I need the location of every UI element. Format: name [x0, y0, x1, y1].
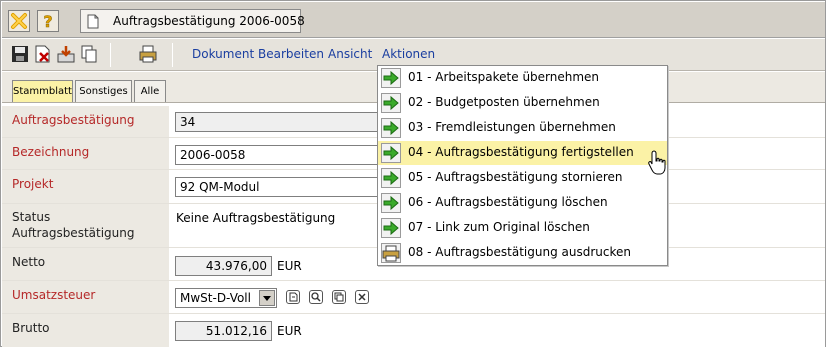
toolbar-separator: [172, 43, 173, 67]
window-title: Auftragsbestätigung 2006-0058: [113, 14, 305, 28]
menu-item-budgetposten[interactable]: 02 - Budgetposten übernehmen: [378, 91, 667, 115]
menu-item-label: 08 - Auftragsbestätigung ausdrucken: [408, 245, 632, 259]
clear-icon[interactable]: [355, 290, 369, 304]
green-arrow-icon: [381, 68, 401, 88]
menu-item-fremdleistungen[interactable]: 03 - Fremdleistungen übernehmen: [378, 116, 667, 140]
title-bar: ? Auftragsbestätigung 2006-0058: [2, 2, 825, 38]
green-arrow-icon: [381, 168, 401, 188]
search-icon[interactable]: [309, 290, 323, 304]
menu-aktionen[interactable]: Aktionen: [382, 47, 435, 61]
bezeichnung-field[interactable]: 2006-0058: [175, 145, 380, 165]
label-umsatzsteuer: Umsatzsteuer: [2, 281, 169, 313]
save-icon[interactable]: [10, 44, 30, 64]
label-status-line2: Auftragsbestätigung: [12, 226, 135, 240]
menu-item-ausdrucken[interactable]: 08 - Auftragsbestätigung ausdrucken: [378, 241, 667, 265]
toolbar-separator: [110, 43, 111, 67]
green-arrow-icon: [381, 93, 401, 113]
row-brutto: Brutto 51.012,16 EUR: [2, 314, 825, 347]
menu-item-label: 03 - Fremdleistungen übernehmen: [408, 120, 616, 134]
document-icon: [87, 14, 99, 32]
edit-icon[interactable]: [286, 290, 300, 304]
label-status: Status Auftragsbestätigung: [2, 204, 169, 247]
tab-alle[interactable]: Alle: [134, 80, 166, 103]
menu-item-label: 04 - Auftragsbestätigung fertigstellen: [408, 145, 634, 159]
menu-dokument[interactable]: Dokument: [192, 47, 254, 61]
row-umsatzsteuer: Umsatzsteuer MwSt-D-Voll: [2, 281, 825, 314]
label-brutto: Brutto: [2, 314, 169, 347]
menu-bearbeiten[interactable]: Bearbeiten: [258, 47, 324, 61]
svg-text:?: ?: [43, 12, 52, 31]
menu-item-label: 06 - Auftragsbestätigung löschen: [408, 195, 608, 209]
close-icon[interactable]: [8, 10, 30, 32]
projekt-field[interactable]: 92 QM-Modul: [175, 177, 380, 197]
auftragsbestaetigung-field[interactable]: 34: [175, 112, 380, 132]
netto-field[interactable]: 43.976,00: [175, 256, 272, 276]
printer-icon: [381, 243, 401, 263]
label-status-line1: Status: [12, 210, 51, 224]
menu-ansicht[interactable]: Ansicht: [328, 47, 372, 61]
tab-sonstiges[interactable]: Sonstiges: [75, 80, 132, 103]
export-icon[interactable]: [56, 44, 76, 64]
menu-item-label: 07 - Link zum Original löschen: [408, 220, 590, 234]
green-arrow-icon: [381, 143, 401, 163]
menu-item-label: 02 - Budgetposten übernehmen: [408, 95, 600, 109]
label-netto: Netto: [2, 248, 169, 280]
label-projekt: Projekt: [2, 170, 169, 203]
menu-item-arbeitspakete[interactable]: 01 - Arbeitspakete übernehmen: [378, 66, 667, 90]
green-arrow-icon: [381, 193, 401, 213]
umsatzsteuer-actions: [286, 288, 376, 308]
menu-item-label: 05 - Auftragsbestätigung stornieren: [408, 170, 623, 184]
window: ? Auftragsbestätigung 2006-0058 Dokument…: [0, 0, 826, 347]
hand-cursor-icon: [648, 150, 670, 179]
status-value: Keine Auftragsbestätigung: [176, 211, 336, 225]
umsatzsteuer-select[interactable]: MwSt-D-Voll: [175, 288, 277, 308]
brutto-field[interactable]: 51.012,16: [175, 321, 272, 341]
netto-unit: EUR: [277, 259, 302, 273]
delete-icon[interactable]: [33, 44, 53, 64]
document-title-box: Auftragsbestätigung 2006-0058: [80, 9, 305, 33]
help-icon[interactable]: ?: [37, 10, 59, 32]
green-arrow-icon: [381, 118, 401, 138]
copy-icon[interactable]: [79, 44, 99, 64]
label-auftragsbestaetigung: Auftragsbestätigung: [2, 106, 169, 137]
menu-item-stornieren[interactable]: 05 - Auftragsbestätigung stornieren: [378, 166, 667, 190]
aktionen-dropdown-menu: 01 - Arbeitspakete übernehmen 02 - Budge…: [377, 65, 668, 266]
menu-item-label: 01 - Arbeitspakete übernehmen: [408, 70, 600, 84]
print-icon[interactable]: [138, 44, 158, 64]
copy-icon[interactable]: [332, 290, 346, 304]
menu-item-loeschen[interactable]: 06 - Auftragsbestätigung löschen: [378, 191, 667, 215]
green-arrow-icon: [381, 218, 401, 238]
menu-item-link-loeschen[interactable]: 07 - Link zum Original löschen: [378, 216, 667, 240]
label-bezeichnung: Bezeichnung: [2, 138, 169, 169]
umsatzsteuer-value: MwSt-D-Voll: [180, 291, 251, 305]
brutto-unit: EUR: [277, 324, 302, 338]
chevron-down-icon[interactable]: [259, 290, 275, 306]
menu-item-fertigstellen[interactable]: 04 - Auftragsbestätigung fertigstellen: [378, 141, 667, 165]
tab-stammblatt[interactable]: Stammblatt: [12, 80, 73, 103]
